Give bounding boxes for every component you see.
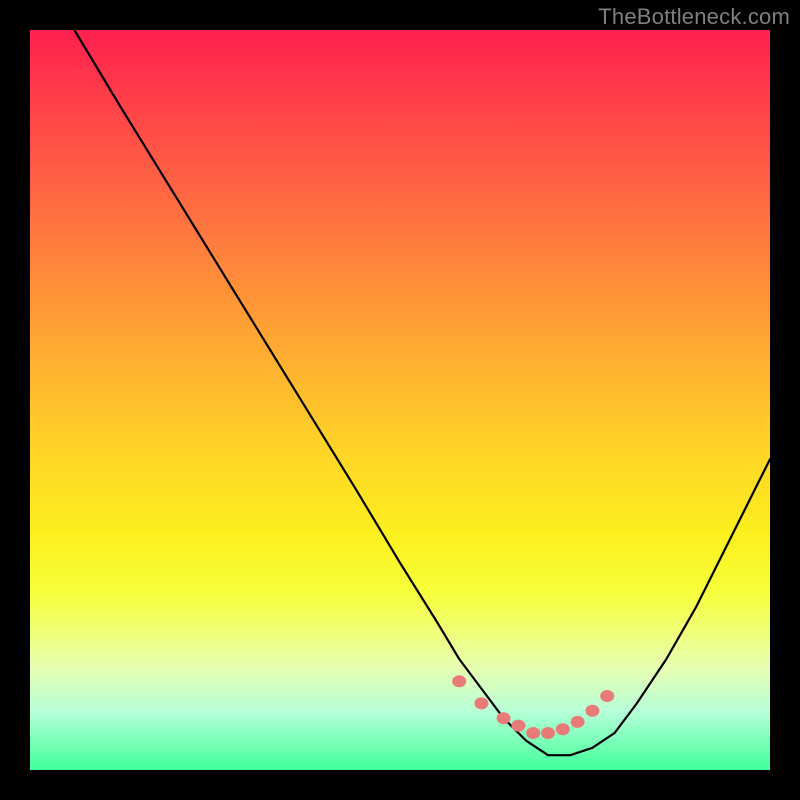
plot-area [30, 30, 770, 770]
marker-dot [541, 727, 555, 739]
marker-dot [511, 720, 525, 732]
marker-dot [497, 712, 511, 724]
highlight-markers [452, 675, 614, 739]
marker-dot [571, 716, 585, 728]
marker-dot [452, 675, 466, 687]
marker-dot [474, 697, 488, 709]
chart-frame: TheBottleneck.com [0, 0, 800, 800]
marker-dot [585, 705, 599, 717]
marker-dot [600, 690, 614, 702]
marker-dot [556, 723, 570, 735]
chart-svg [30, 30, 770, 770]
bottleneck-curve [30, 0, 770, 755]
marker-dot [526, 727, 540, 739]
watermark-text: TheBottleneck.com [598, 4, 790, 30]
